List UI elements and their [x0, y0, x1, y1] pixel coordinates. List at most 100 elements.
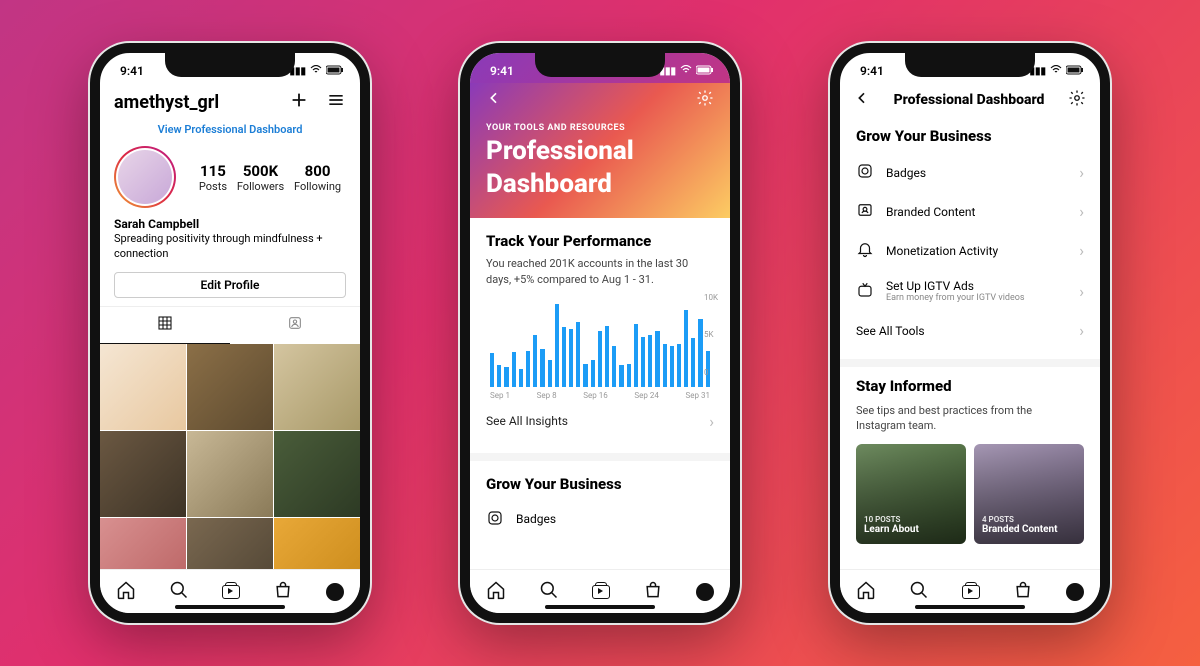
- chart-bar: [540, 349, 544, 387]
- chart-bar: [612, 346, 616, 387]
- reels-icon[interactable]: [592, 585, 610, 599]
- shop-icon[interactable]: [273, 580, 293, 604]
- reels-icon[interactable]: [962, 585, 980, 599]
- add-icon[interactable]: [288, 89, 310, 115]
- home-indicator[interactable]: [545, 605, 655, 609]
- dashboard-screen: YOUR TOOLS AND RESOURCES Professional Da…: [470, 83, 730, 569]
- status-icons: ▮▮▮: [659, 65, 714, 78]
- chart-bar: [504, 367, 508, 387]
- tip-card-2[interactable]: 4 POSTS Branded Content: [974, 444, 1084, 544]
- chart-bar: [655, 331, 659, 387]
- chart-bar: [526, 351, 530, 387]
- row-see-all[interactable]: See All Tools: [856, 312, 1084, 349]
- chart-bar: [663, 344, 667, 387]
- wifi-icon: [680, 65, 692, 78]
- search-icon[interactable]: [539, 580, 559, 604]
- chart-bar: [670, 346, 674, 387]
- profile-tabs: [100, 306, 360, 344]
- home-icon[interactable]: [856, 580, 876, 604]
- shop-icon[interactable]: [643, 580, 663, 604]
- track-heading: Track Your Performance: [486, 232, 714, 250]
- home-indicator[interactable]: [175, 605, 285, 609]
- search-icon[interactable]: [909, 580, 929, 604]
- edit-profile-button[interactable]: Edit Profile: [114, 272, 346, 298]
- back-icon[interactable]: [486, 90, 502, 110]
- hero-title-1: Professional: [486, 137, 714, 166]
- back-icon[interactable]: [854, 90, 870, 110]
- profile-icon[interactable]: [1066, 583, 1084, 601]
- page-header: Professional Dashboard: [840, 83, 1100, 117]
- grid-photo[interactable]: [100, 518, 186, 569]
- grid-photo[interactable]: [100, 431, 186, 517]
- phone-profile: 9:41 ▮▮▮ amethyst_grl View Professional …: [90, 43, 370, 623]
- avatar[interactable]: [114, 146, 176, 208]
- battery-icon: [1066, 65, 1084, 78]
- shop-icon[interactable]: [1013, 580, 1033, 604]
- chart-bar: [497, 365, 501, 387]
- stay-desc: See tips and best practices from the Ins…: [856, 403, 1084, 434]
- grow-section: Grow Your Business Badges: [470, 461, 730, 550]
- profile-stats-row: 115Posts 500KFollowers 800Following: [100, 146, 360, 208]
- reels-icon[interactable]: [222, 585, 240, 599]
- chevron-right-icon: [709, 412, 714, 431]
- chart-bar: [490, 353, 494, 387]
- stat-following[interactable]: 800Following: [294, 162, 341, 193]
- grow-heading: Grow Your Business: [486, 475, 714, 493]
- profile-screen: amethyst_grl View Professional Dashboard…: [100, 83, 360, 569]
- chart-bar: [533, 335, 537, 387]
- chart-bar: [576, 322, 580, 387]
- tagged-tab[interactable]: [230, 307, 360, 344]
- grid-photo[interactable]: [274, 344, 360, 430]
- username[interactable]: amethyst_grl: [114, 92, 219, 113]
- row-igtv[interactable]: Set Up IGTV Ads Earn money from your IGT…: [856, 270, 1084, 312]
- search-icon[interactable]: [169, 580, 189, 604]
- grid-photo[interactable]: [100, 344, 186, 430]
- chart-bar: [519, 369, 523, 387]
- page-title: Professional Dashboard: [894, 92, 1045, 108]
- photo-grid: [100, 344, 360, 569]
- chart-bar: [634, 324, 638, 387]
- grid-photo[interactable]: [187, 431, 273, 517]
- home-icon[interactable]: [486, 580, 506, 604]
- badges-row[interactable]: Badges: [486, 499, 714, 540]
- row-monetization[interactable]: Monetization Activity: [856, 231, 1084, 270]
- battery-icon: [326, 65, 344, 78]
- tip-card-1[interactable]: 10 POSTS Learn About: [856, 444, 966, 544]
- battery-icon: [696, 65, 714, 78]
- home-icon[interactable]: [116, 580, 136, 604]
- hero-subtitle: YOUR TOOLS AND RESOURCES: [486, 123, 714, 133]
- grid-photo[interactable]: [274, 518, 360, 569]
- stat-posts[interactable]: 115Posts: [199, 162, 227, 193]
- status-icons: ▮▮▮: [289, 65, 344, 78]
- profile-header: amethyst_grl: [100, 83, 360, 117]
- track-desc: You reached 201K accounts in the last 30…: [486, 256, 714, 287]
- settings-icon[interactable]: [1068, 89, 1086, 111]
- row-badges[interactable]: Badges: [856, 153, 1084, 192]
- chart-bar: [627, 364, 631, 387]
- see-all-insights-link[interactable]: See All Insights: [486, 400, 714, 443]
- grow-heading: Grow Your Business: [856, 127, 1084, 145]
- bell-icon: [856, 240, 874, 261]
- profile-icon[interactable]: [326, 583, 344, 601]
- grid-photo[interactable]: [274, 431, 360, 517]
- notch: [905, 53, 1035, 77]
- chevron-right-icon: [1079, 282, 1084, 301]
- settings-icon[interactable]: [696, 89, 714, 111]
- grid-photo[interactable]: [187, 344, 273, 430]
- view-dashboard-link[interactable]: View Professional Dashboard: [100, 117, 360, 146]
- stat-followers[interactable]: 500KFollowers: [237, 162, 284, 193]
- menu-icon[interactable]: [326, 90, 346, 114]
- badges-icon: [486, 509, 504, 530]
- chevron-right-icon: [1079, 163, 1084, 182]
- chart-bar: [641, 337, 645, 387]
- row-branded[interactable]: Branded Content: [856, 192, 1084, 231]
- performance-chart[interactable]: 10K 5K 0: [486, 297, 714, 387]
- grid-tab[interactable]: [100, 307, 230, 344]
- chart-bar: [691, 338, 695, 387]
- home-indicator[interactable]: [915, 605, 1025, 609]
- notch: [165, 53, 295, 77]
- track-section: Track Your Performance You reached 201K …: [470, 218, 730, 453]
- grid-photo[interactable]: [187, 518, 273, 569]
- profile-icon[interactable]: [696, 583, 714, 601]
- bio: Sarah Campbell Spreading positivity thro…: [100, 208, 360, 272]
